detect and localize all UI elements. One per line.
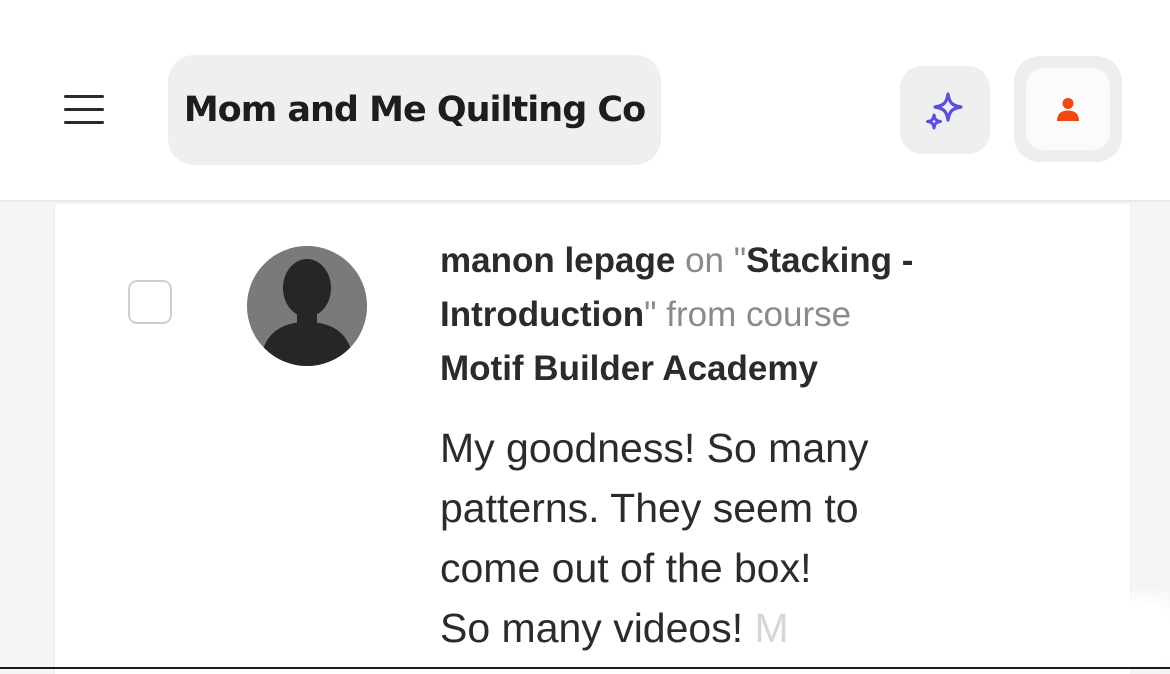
from-course-label: from course: [666, 295, 852, 334]
comment-author[interactable]: manon lepage: [440, 241, 675, 280]
truncated-text-fade: M: [754, 605, 789, 651]
comment-body: My goodness! So many patterns. They seem…: [440, 418, 1000, 658]
hamburger-menu-icon[interactable]: [58, 86, 110, 132]
menu-line: [64, 95, 104, 98]
comment-line: patterns. They seem to: [440, 485, 859, 531]
site-title-button[interactable]: Mom and Me Quilting Co: [168, 55, 661, 165]
sparkle-icon: [926, 92, 963, 130]
select-comment-checkbox[interactable]: [128, 280, 172, 324]
default-avatar-icon: [247, 246, 367, 366]
menu-line: [64, 108, 104, 111]
comment-meta: manon lepage on "Stacking - Introduction…: [440, 234, 1000, 396]
user-icon: [1057, 98, 1079, 121]
menu-line: [64, 121, 104, 124]
user-button-inner: [1026, 68, 1110, 150]
comment-line: come out of the box!: [440, 545, 812, 591]
comment-line: My goodness! So many: [440, 425, 869, 471]
course-title-link[interactable]: Motif Builder Academy: [440, 349, 818, 388]
close-quote: ": [644, 295, 657, 334]
comment-card: manon lepage on "Stacking - Introduction…: [54, 204, 1131, 674]
avatar: [247, 246, 367, 366]
scroll-fade-overlay: [1080, 590, 1170, 669]
user-menu-button[interactable]: [1014, 56, 1122, 162]
on-label: on: [685, 241, 724, 280]
comment-line-text: So many videos!: [440, 605, 744, 651]
ai-assistant-button[interactable]: [900, 66, 990, 154]
comment-line-last: So many videos! M: [440, 598, 1000, 658]
top-header: Mom and Me Quilting Co: [0, 0, 1170, 202]
open-quote: ": [733, 241, 747, 280]
